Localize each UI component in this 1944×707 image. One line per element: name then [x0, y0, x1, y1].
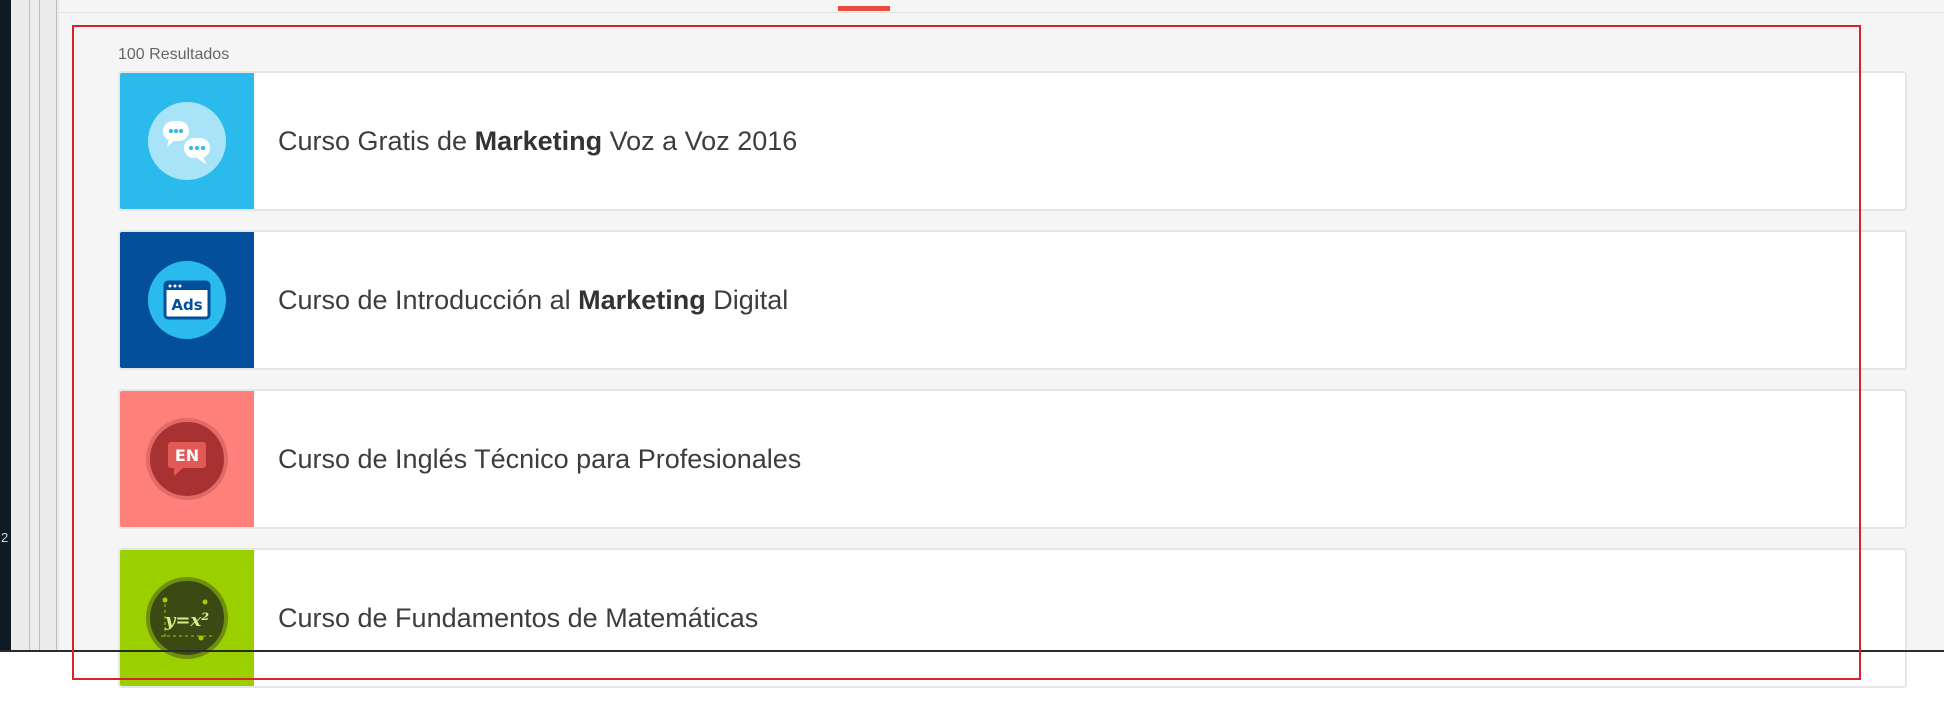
active-tab-indicator	[838, 6, 890, 11]
course-thumbnail: y=x²	[120, 550, 254, 686]
ads-browser-icon: Ads	[148, 261, 226, 339]
course-thumbnail: Ads	[120, 232, 254, 368]
math-equation-icon: y=x²	[146, 577, 228, 659]
left-strip-mark: 2	[1, 530, 9, 545]
course-card-matematicas[interactable]: y=x² Curso de Fundamentos de Matemáticas	[118, 548, 1907, 688]
results-panel: 100 Resultados Curso Gratis de Marketing…	[59, 0, 1944, 688]
course-title[interactable]: Curso Gratis de Marketing Voz a Voz 2016	[278, 126, 797, 157]
course-title[interactable]: Curso de Inglés Técnico para Profesional…	[278, 444, 801, 475]
chat-bubbles-icon	[148, 102, 226, 180]
results-count: 100 Resultados	[118, 46, 230, 63]
left-background-strip: 2	[0, 0, 11, 650]
course-list: Curso Gratis de Marketing Voz a Voz 2016…	[118, 71, 1907, 707]
english-speech-bubble-icon: EN	[146, 418, 228, 500]
course-card-ingles-tecnico[interactable]: EN Curso de Inglés Técnico para Profesio…	[118, 389, 1907, 529]
course-card-marketing-digital[interactable]: Ads Curso de Introducción al Marketing D…	[118, 230, 1907, 370]
window-frame-lines	[11, 0, 59, 650]
svg-text:Ads: Ads	[171, 296, 202, 314]
course-thumbnail	[120, 73, 254, 209]
top-border	[59, 12, 1944, 13]
svg-text:EN: EN	[175, 446, 199, 465]
course-title[interactable]: Curso de Fundamentos de Matemáticas	[278, 603, 758, 634]
course-title[interactable]: Curso de Introducción al Marketing Digit…	[278, 285, 788, 316]
svg-text:y=x²: y=x²	[164, 610, 209, 631]
course-thumbnail: EN	[120, 391, 254, 527]
course-card-marketing-voz-a-voz[interactable]: Curso Gratis de Marketing Voz a Voz 2016	[118, 71, 1907, 211]
bottom-divider	[0, 650, 1944, 652]
